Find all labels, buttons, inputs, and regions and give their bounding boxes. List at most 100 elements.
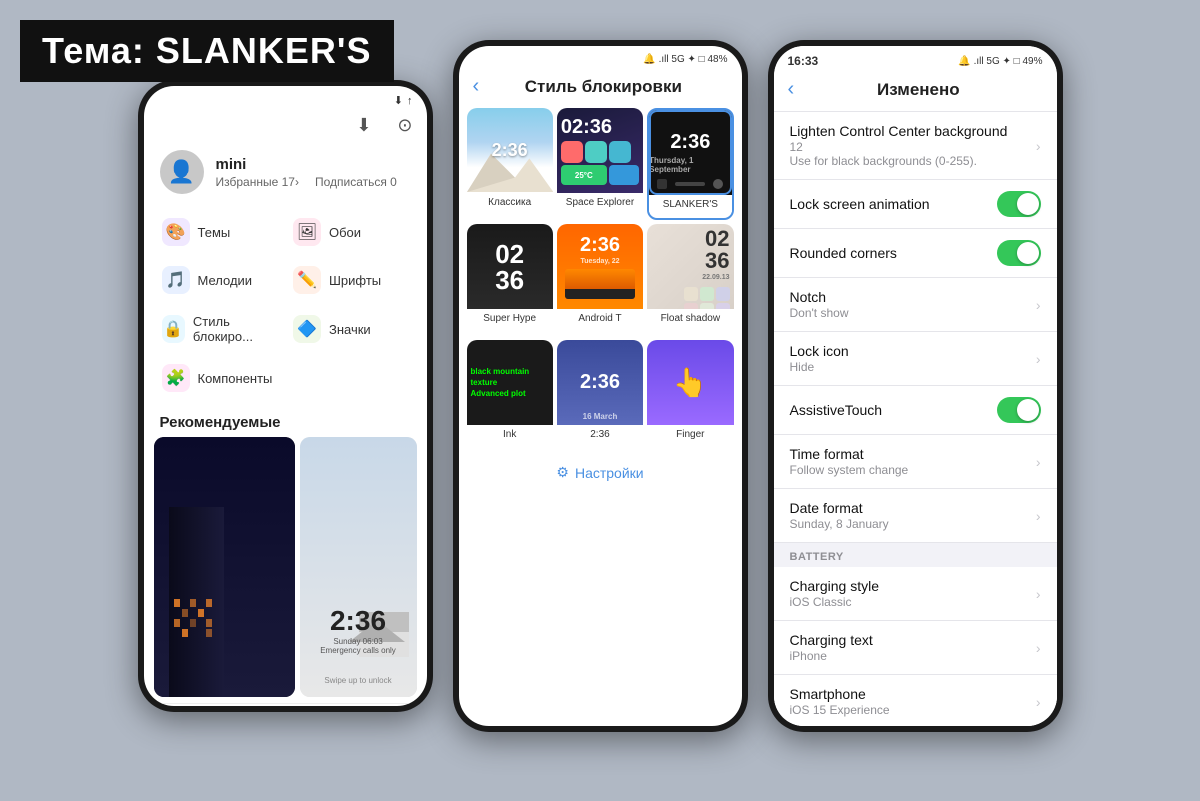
p3-lockanimation-right: [997, 191, 1041, 217]
p2-lock-classic[interactable]: 2:36 Классика: [467, 108, 553, 220]
p2-lock-superhype[interactable]: 0236 Super Hype: [467, 224, 553, 336]
p1-snow-scene: [300, 437, 417, 697]
p3-settings-list: Lighten Control Center background 12Use …: [774, 112, 1057, 543]
p1-thumb-light[interactable]: 2:36 Sunday 06:03Emergency calls only Sw…: [300, 437, 417, 697]
p2-lock-float[interactable]: 99% 0236 22.09.13: [647, 224, 733, 336]
bottom-icons: [649, 179, 731, 189]
p1-thumb-dark[interactable]: 02:36: [154, 437, 295, 697]
p3-row-timeformat[interactable]: Time format Follow system change ›: [774, 435, 1057, 489]
fi-4: [684, 303, 698, 310]
p3-chargingstyle-sub: iOS Classic: [790, 595, 1036, 609]
components-label: Компоненты: [198, 371, 273, 386]
superhype-label: Super Hype: [467, 309, 553, 326]
widget-3: [609, 141, 631, 163]
p2-thumb-space: 02:36 25°C: [557, 108, 643, 193]
p3-lighten-right: ›: [1036, 138, 1041, 154]
p3-lighten-sub: 12Use for black backgrounds (0-255).: [790, 140, 1036, 168]
p3-row-lighten[interactable]: Lighten Control Center background 12Use …: [774, 112, 1057, 180]
p1-menu-ringtones[interactable]: 🎵 Мелодии: [154, 256, 286, 304]
lock-animation-toggle[interactable]: [997, 191, 1041, 217]
fi-3: [716, 287, 730, 301]
p3-timeformat-right: ›: [1036, 454, 1041, 470]
p1-menu-wallpaper[interactable]: 🖼 Обои: [285, 208, 417, 256]
p3-row-smartphone[interactable]: Smartphone iOS 15 Experience ›: [774, 675, 1057, 726]
banner-title: Тема: SLANKER'S: [42, 30, 372, 71]
p1-user-info: mini Избранные 17› Подписаться 0: [216, 156, 397, 189]
p1-download-action-icon[interactable]: ⬇: [356, 115, 371, 136]
p3-chargingtext-sub: iPhone: [790, 649, 1036, 663]
p3-notch-sub: Don't show: [790, 306, 1036, 320]
p3-chargingstyle-title: Charging style: [790, 578, 1036, 594]
p3-status-icons: 🔔 .ıll 5G ✦ □ 49%: [958, 56, 1042, 67]
p1-menu-grid: 🎨 Темы 🖼 Обои 🎵 Мелодии ✏️ Шрифты 🔒: [144, 204, 427, 406]
p2-lock-android[interactable]: 2:36 Tuesday, 22 Android T: [557, 224, 643, 336]
p3-back-button[interactable]: ‹: [788, 78, 795, 101]
p1-swipe-text: Swipe up to unlock: [324, 676, 391, 685]
p1-thumbnails: 02:36 2:36 Sunday 06:03Emergency calls o…: [144, 437, 427, 697]
p3-row-assistive[interactable]: AssistiveTouch: [774, 386, 1057, 435]
p3-battery-list: Charging style iOS Classic › Charging te…: [774, 567, 1057, 726]
p2-lock-ink[interactable]: black mountain texture Advanced plot Ink: [467, 340, 553, 452]
p1-avatar: 👤: [160, 150, 204, 194]
p2-thumb-android: 2:36 Tuesday, 22: [557, 224, 643, 309]
p3-row-lockicon[interactable]: Lock icon Hide ›: [774, 332, 1057, 386]
ink-label: Ink: [467, 425, 553, 442]
p1-menu-components[interactable]: 🧩 Компоненты: [154, 354, 286, 402]
p2-lock-finger[interactable]: 👆 Finger: [647, 340, 733, 452]
p1-favorites[interactable]: Избранные 17›: [216, 175, 299, 189]
fonts-icon: ✏️: [293, 266, 321, 294]
p3-row-notch[interactable]: Notch Don't show ›: [774, 278, 1057, 332]
assistive-touch-toggle[interactable]: [997, 397, 1041, 423]
p2-thumb-ink: black mountain texture Advanced plot: [467, 340, 553, 425]
p2-thumb-classic: 2:36: [467, 108, 553, 193]
slankers-label: SLANKER'S: [649, 195, 731, 212]
p3-row-chargingstyle[interactable]: Charging style iOS Classic ›: [774, 567, 1057, 621]
p3-row-dateformat[interactable]: Date format Sunday, 8 January ›: [774, 489, 1057, 543]
float-content: 99% 0236 22.09.13: [647, 224, 733, 309]
ringtones-icon: 🎵: [162, 266, 190, 294]
p1-menu-themes[interactable]: 🎨 Темы: [154, 208, 286, 256]
space-icons: [561, 141, 631, 163]
p3-timeformat-sub: Follow system change: [790, 463, 1036, 477]
slankers-content: 2:36 Thursday, 1 September: [649, 110, 731, 195]
p2-back-button[interactable]: ‹: [473, 75, 480, 98]
p3-notch-chevron: ›: [1036, 297, 1041, 313]
p3-timeformat-chevron: ›: [1036, 454, 1041, 470]
p3-header: ‹ Изменено: [774, 72, 1057, 112]
p1-settings-icon[interactable]: ⊙: [397, 115, 412, 136]
p1-right-date: Sunday 06:03Emergency calls only: [320, 637, 396, 655]
p3-chargingtext-title: Charging text: [790, 632, 1036, 648]
p2-lock-space[interactable]: 02:36 25°C Space Explo: [557, 108, 643, 220]
p2-lock-slankers[interactable]: 2:36 Thursday, 1 September SLANKER'S: [647, 108, 733, 220]
p2-header: ‹ Стиль блокировки: [459, 69, 742, 108]
p3-row-chargingtext[interactable]: Charging text iPhone ›: [774, 621, 1057, 675]
p1-subscribe[interactable]: Подписаться 0: [315, 175, 397, 189]
p3-row-lockanimation[interactable]: Lock screen animation: [774, 180, 1057, 229]
p3-smartphone-content: Smartphone iOS 15 Experience: [790, 686, 1036, 717]
wallpaper-label: Обои: [329, 225, 361, 240]
phone3-screen: 16:33 🔔 .ıll 5G ✦ □ 49% ‹ Изменено Light…: [774, 46, 1057, 726]
rounded-corners-toggle[interactable]: [997, 240, 1041, 266]
building-lights: [174, 599, 212, 677]
p1-section-recommended: Рекомендуемые: [144, 406, 427, 437]
p3-dateformat-sub: Sunday, 8 January: [790, 517, 1036, 531]
p3-lockicon-sub: Hide: [790, 360, 1036, 374]
p1-menu-fonts[interactable]: ✏️ Шрифты: [285, 256, 417, 304]
p3-row-rounded[interactable]: Rounded corners: [774, 229, 1057, 278]
phone1-screen: ⬇ ↑ ⬇ ⊙ 👤 mini Избранные 17›: [144, 86, 427, 706]
p1-menu-lockstyle[interactable]: 🔒 Стиль блокиро...: [154, 304, 286, 354]
p2-lock-time[interactable]: 2:36 16 March 2:36: [557, 340, 643, 452]
p1-bottom-nav: 🏠 🖼 🎵 A 👤: [144, 703, 427, 706]
screens-container: ⬇ ↑ ⬇ ⊙ 👤 mini Избранные 17›: [60, 30, 1140, 771]
p1-menu-icons[interactable]: 🔷 Значки: [285, 304, 417, 354]
p1-profile: 👤 mini Избранные 17› Подписаться 0: [144, 140, 427, 204]
p3-rounded-right: [997, 240, 1041, 266]
fi-5: [700, 303, 714, 310]
p1-thumb-right-img: 2:36 Sunday 06:03Emergency calls only Sw…: [300, 437, 417, 697]
p3-assistive-content: AssistiveTouch: [790, 402, 997, 418]
p3-chargingstyle-chevron: ›: [1036, 586, 1041, 602]
p1-status-bar: ⬇ ↑: [144, 86, 427, 111]
p3-smartphone-chevron: ›: [1036, 694, 1041, 710]
fi-1: [684, 287, 698, 301]
p2-settings-button[interactable]: ⚙ Настройки: [459, 452, 742, 493]
